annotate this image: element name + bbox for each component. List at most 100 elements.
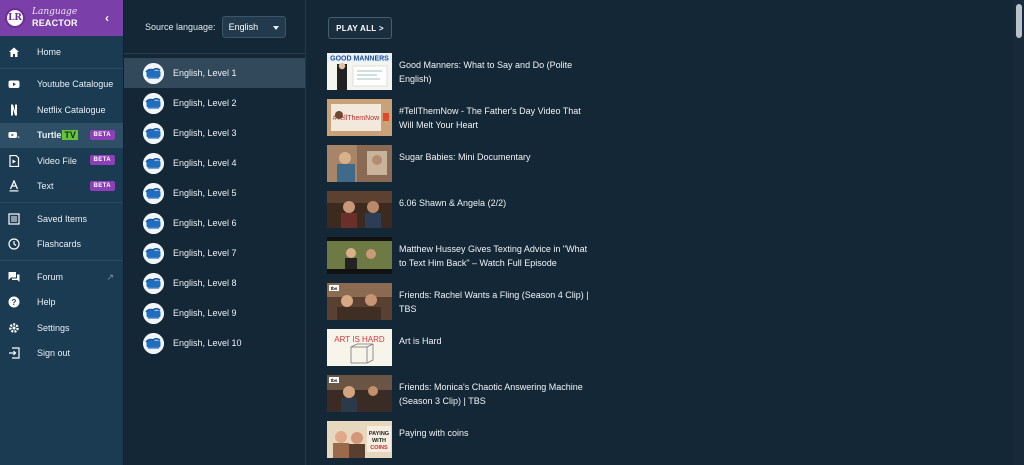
sidebar-item-netflix-catalogue[interactable]: Netflix Catalogue: [0, 97, 123, 123]
playlist-item-level-8[interactable]: English, Level 8: [124, 268, 305, 298]
help-icon: ?: [8, 296, 20, 308]
playlist-item-level-6[interactable]: English, Level 6: [124, 208, 305, 238]
level-list: English, Level 1 English, Level 2 English,…: [124, 54, 305, 358]
playlist-item-label: English, Level 3: [173, 128, 237, 138]
playlist-item-level-5[interactable]: English, Level 5: [124, 178, 305, 208]
video-item[interactable]: tbs Friends: Rachel Wants a Fling (Season…: [327, 283, 594, 329]
sidebar-item-saved-items[interactable]: Saved Items: [0, 206, 123, 232]
playlist-thumbnail-icon: [143, 92, 164, 114]
video-item[interactable]: PAYING WITH COINS Paying with coins: [327, 421, 594, 465]
sidebar-item-label: Turtle TV: [37, 130, 78, 141]
sidebar-item-sign-out[interactable]: Sign out: [0, 341, 123, 367]
video-item[interactable]: ART IS HARD Art is Hard: [327, 329, 594, 375]
scrollbar-thumb[interactable]: [1016, 4, 1022, 38]
video-item[interactable]: #TellThemNow #TellThemNow - The Father's …: [327, 99, 594, 145]
sidebar-item-turtle-tv[interactable]: Turtle TV BETA: [0, 122, 123, 148]
svg-text:WITH: WITH: [372, 438, 386, 444]
sidebar-item-home[interactable]: Home: [0, 39, 123, 65]
sidebar-item-youtube-catalogue[interactable]: Youtube Catalogue: [0, 72, 123, 98]
video-title[interactable]: #TellThemNow - The Father's Day Video Th…: [399, 99, 594, 132]
playlist-item-level-9[interactable]: English, Level 9: [124, 298, 305, 328]
svg-text:ART IS HARD: ART IS HARD: [334, 335, 385, 344]
playlist-item-label: English, Level 6: [173, 218, 237, 228]
svg-text:?: ?: [12, 298, 17, 307]
playlist-thumbnail-icon: [143, 182, 164, 204]
video-thumbnail[interactable]: PAYING WITH COINS: [327, 421, 392, 458]
settings-icon: [8, 322, 20, 334]
collapse-sidebar-icon[interactable]: ‹: [105, 11, 109, 25]
video-title[interactable]: Paying with coins: [399, 421, 594, 440]
playlist-item-label: English, Level 9: [173, 308, 237, 318]
playlist-thumbnail-icon: [143, 332, 164, 354]
playlist-thumbnail-icon: [143, 272, 164, 294]
sidebar-item-video-file[interactable]: Video File BETA: [0, 148, 123, 174]
sidebar-item-help[interactable]: ? Help: [0, 290, 123, 316]
sidebar-item-label: Forum: [37, 271, 64, 282]
sidebar-item-settings[interactable]: Settings: [0, 315, 123, 341]
brand-text: Language REACTOR: [32, 7, 78, 29]
sidebar-item-forum[interactable]: Forum ↗: [0, 264, 123, 290]
sidebar-item-label: Home: [37, 46, 62, 57]
playlist-column: Source language: English English, Level …: [124, 0, 306, 465]
text-icon: [8, 180, 20, 192]
video-thumbnail[interactable]: [327, 145, 392, 182]
sidebar-item-text[interactable]: Text BETA: [0, 174, 123, 200]
video-thumbnail[interactable]: tbs: [327, 283, 392, 320]
sidebar-item-flashcards[interactable]: Flashcards: [0, 232, 123, 258]
playlist-item-level-7[interactable]: English, Level 7: [124, 238, 305, 268]
beta-badge: BETA: [89, 180, 115, 191]
video-item[interactable]: tbs Friends: Monica's Chaotic Answering M…: [327, 375, 594, 421]
source-language-value: English: [228, 21, 259, 32]
nav-group-study: Saved Items Flashcards: [0, 203, 123, 261]
video-thumbnail[interactable]: GOOD MANNERS: [327, 53, 392, 90]
video-item[interactable]: 6.06 Shawn & Angela (2/2): [327, 191, 594, 237]
playlist-item-label: English, Level 8: [173, 278, 237, 288]
video-title[interactable]: Sugar Babies: Mini Documentary: [399, 145, 594, 164]
sidebar-item-label: Youtube Catalogue: [37, 79, 114, 90]
source-language-select[interactable]: English: [221, 15, 286, 38]
video-thumbnail[interactable]: tbs: [327, 375, 392, 412]
video-thumbnail[interactable]: [327, 191, 392, 228]
video-title[interactable]: Art is Hard: [399, 329, 594, 348]
playlist-thumbnail-icon: [143, 212, 164, 234]
video-item[interactable]: GOOD MANNERS Good Manners: What to Say an…: [327, 53, 594, 99]
sidebar-item-label: Sign out: [37, 348, 71, 359]
video-item[interactable]: Matthew Hussey Gives Texting Advice in "…: [327, 237, 594, 283]
video-title[interactable]: 6.06 Shawn & Angela (2/2): [399, 191, 594, 210]
playlist-item-level-2[interactable]: English, Level 2: [124, 88, 305, 118]
video-title[interactable]: Good Manners: What to Say and Do (Polite…: [399, 53, 594, 86]
svg-text:PAYING: PAYING: [369, 431, 389, 437]
brand-line-1: Language: [32, 7, 78, 17]
video-list: GOOD MANNERS Good Manners: What to Say an…: [327, 53, 594, 465]
turtle-tv-icon: [8, 129, 20, 141]
flashcards-icon: [8, 238, 20, 250]
language-reactor-logo[interactable]: LR: [5, 8, 25, 28]
playlist-thumbnail-icon: [143, 302, 164, 324]
video-title[interactable]: Matthew Hussey Gives Texting Advice in "…: [399, 237, 594, 270]
video-title[interactable]: Friends: Rachel Wants a Fling (Season 4 …: [399, 283, 594, 316]
source-language-row: Source language: English: [124, 0, 305, 54]
sidebar-item-label: Help: [37, 297, 56, 308]
video-file-icon: [8, 154, 20, 167]
playlist-item-level-10[interactable]: English, Level 10: [124, 328, 305, 358]
beta-badge: BETA: [89, 129, 115, 140]
playlist-item-level-4[interactable]: English, Level 4: [124, 148, 305, 178]
video-thumbnail[interactable]: #TellThemNow: [327, 99, 392, 136]
video-thumbnail[interactable]: ART IS HARD: [327, 329, 392, 366]
nav-group-account: Forum ↗ ? Help Settings Sign out: [0, 261, 123, 369]
video-title[interactable]: Friends: Monica's Chaotic Answering Mach…: [399, 375, 594, 408]
playlist-thumbnail-icon: [143, 242, 164, 264]
playlist-item-level-3[interactable]: English, Level 3: [124, 118, 305, 148]
nav-group-sources: Youtube Catalogue Netflix Catalogue Turt…: [0, 69, 123, 203]
svg-text:tbs: tbs: [331, 286, 338, 291]
brand-line-2: REACTOR: [32, 18, 78, 28]
playlist-item-level-1[interactable]: English, Level 1: [124, 58, 305, 88]
play-all-button[interactable]: PLAY ALL >: [328, 17, 392, 39]
sign-out-icon: [8, 347, 20, 359]
video-item[interactable]: Sugar Babies: Mini Documentary: [327, 145, 594, 191]
scrollbar-track[interactable]: [1014, 0, 1024, 465]
forum-icon: [8, 271, 20, 283]
nav-group-home: Home: [0, 36, 123, 69]
video-thumbnail[interactable]: [327, 237, 392, 274]
netflix-icon: [8, 104, 20, 116]
